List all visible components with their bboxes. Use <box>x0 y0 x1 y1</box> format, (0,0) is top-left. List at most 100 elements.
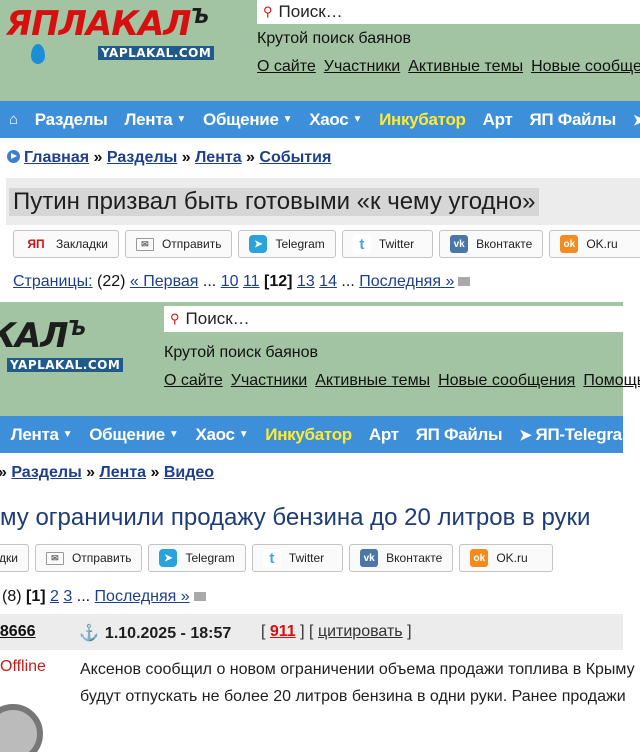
avatar[interactable] <box>0 704 43 752</box>
share-ok-button[interactable]: ok OK.ru <box>459 544 553 572</box>
crumb-main[interactable]: Главная <box>24 149 89 166</box>
page-frame-top: ЯПЛАКАЛЪ YAPLAKAL.COM ⚲ Крутой поиск бая… <box>0 0 640 302</box>
nav-telegram[interactable]: ➤ЯП-Telegram <box>519 425 637 445</box>
nav-chat[interactable]: Общение ▼ <box>203 110 293 130</box>
top-link-new[interactable]: Новые сообщения <box>531 58 640 75</box>
post-karma[interactable]: 911 <box>270 623 296 640</box>
nav-chat[interactable]: Общение ▼ <box>89 425 179 445</box>
share-vk-button[interactable]: vk Вконтакте <box>439 230 544 258</box>
share-vk-button[interactable]: vk Вконтакте <box>349 544 454 572</box>
vk-icon: vk <box>450 235 469 253</box>
top-links: О сайте Участники Активные темы Новые сообщ… <box>257 58 640 76</box>
ok-icon: ok <box>470 549 489 567</box>
mail-icon: ✉ <box>135 237 154 251</box>
caret-down-icon: ▼ <box>62 429 73 440</box>
top-link-active[interactable]: Активные темы <box>408 58 523 75</box>
search-bar[interactable]: ⚲ <box>257 0 640 24</box>
page-link[interactable]: 2 <box>50 588 59 605</box>
nav-files[interactable]: ЯП Файлы <box>530 110 617 130</box>
ok-icon: ok <box>560 235 579 253</box>
home-icon[interactable]: ⌂ <box>9 111 18 128</box>
share-bookmarks-button[interactable]: ЯПЗакладки <box>13 230 119 258</box>
post-date: ⚓ 1.10.2025 - 18:57 <box>79 625 232 642</box>
crumb-video[interactable]: Видео <box>164 464 214 481</box>
share-telegram-button[interactable]: ➤ Telegram <box>238 230 336 258</box>
pagination: (8) [1] 2 3 ... Последняя » <box>2 588 206 606</box>
top-link-about[interactable]: О сайте <box>257 58 316 75</box>
caret-down-icon: ▼ <box>352 114 363 125</box>
top-link-about[interactable]: О сайте <box>164 372 223 389</box>
nav-feed[interactable]: Лента ▼ <box>11 425 73 445</box>
top-link-new[interactable]: Новые сообщения <box>438 372 575 389</box>
anchor-icon[interactable]: ⚓ <box>79 625 99 642</box>
logo-subtitle: YAPLAKAL.COM <box>7 358 124 372</box>
nav-art[interactable]: Арт <box>483 110 513 130</box>
share-send-button[interactable]: ✉ Отправить <box>34 544 143 572</box>
top-link-members[interactable]: Участники <box>324 58 400 75</box>
logo-sign: Ъ <box>67 316 87 340</box>
page-title: му ограничили продажу бензина до 20 литр… <box>0 504 591 531</box>
breadcrumb: Главная » Разделы » Лента » События <box>7 149 640 167</box>
envelope-icon[interactable] <box>458 277 471 286</box>
search-bar[interactable]: ⚲ <box>164 306 640 332</box>
post-author[interactable]: 98666 <box>0 623 36 641</box>
nav-files[interactable]: ЯП Файлы <box>416 425 503 445</box>
page-last[interactable]: Последняя » <box>95 588 190 605</box>
caret-down-icon: ▼ <box>238 429 249 440</box>
page-last[interactable]: Последняя » <box>359 273 454 290</box>
share-send-button[interactable]: ✉ Отправить <box>124 230 233 258</box>
nav-art[interactable]: Арт <box>369 425 399 445</box>
site-logo[interactable]: ЯПЛАКАЛЪ YAPLAKAL.COM <box>0 316 133 386</box>
nav-chaos[interactable]: Хаос ▼ <box>309 110 362 130</box>
logo-subtitle: YAPLAKAL.COM <box>98 46 215 60</box>
twitter-icon: t <box>352 235 371 253</box>
share-twitter-button[interactable]: t Twitter <box>341 230 434 258</box>
site-header: ЯПЛАКАЛЪ YAPLAKAL.COM ⚲ Крутой поиск бая… <box>0 0 640 101</box>
logo-text: ЯПЛАКАЛ <box>6 4 192 44</box>
page-link[interactable]: 11 <box>243 273 260 290</box>
share-telegram-button[interactable]: ➤ Telegram <box>148 544 246 572</box>
crumb-feed[interactable]: Лента <box>100 464 147 481</box>
nav-telegram[interactable]: ➤ЯП-Telegram <box>633 110 640 130</box>
top-link-help[interactable]: Помощь <box>583 372 640 389</box>
post-header: 98666 ⚓1.10.2025 - 18:57 [ 911 ] [ цитир… <box>0 614 623 650</box>
user-status: Offline <box>0 658 46 675</box>
nav-chaos[interactable]: Хаос ▼ <box>195 425 248 445</box>
top-links: О сайте Участники Активные темы Новые сообщ… <box>164 372 640 390</box>
page-link[interactable]: 3 <box>63 588 72 605</box>
crumb-events[interactable]: События <box>259 149 331 166</box>
share-bookmarks-button[interactable]: ЯПЗакладки <box>0 544 29 572</box>
top-link-active[interactable]: Активные темы <box>315 372 430 389</box>
share-bar: ЯПЗакладки ✉Отправить ➤Telegram tTwitter… <box>13 230 640 258</box>
crumb-sections[interactable]: Разделы <box>11 464 81 481</box>
post-actions: [ 911 ] [ цитировать ] <box>261 623 412 640</box>
send-icon: ➤ <box>519 426 532 444</box>
share-ok-button[interactable]: ok OK.ru <box>549 230 640 258</box>
twitter-icon: t <box>262 549 281 567</box>
search-input[interactable] <box>278 2 640 22</box>
page-title: Путин призвал быть готовыми «к чему угод… <box>9 188 540 216</box>
nav-feed[interactable]: Лента ▼ <box>124 110 186 130</box>
send-icon: ➤ <box>633 111 640 129</box>
nav-incubator[interactable]: Инкубатор <box>379 110 466 130</box>
page-link[interactable]: 14 <box>319 273 337 290</box>
quote-link[interactable]: цитировать <box>318 623 403 640</box>
page-link[interactable]: 13 <box>297 273 315 290</box>
caret-down-icon: ▼ <box>176 114 187 125</box>
current-page: [1] <box>26 588 46 605</box>
envelope-icon[interactable] <box>193 592 206 601</box>
page-link[interactable]: 10 <box>221 273 239 290</box>
crumb-sections[interactable]: Разделы <box>107 149 177 166</box>
search-input[interactable] <box>185 309 640 329</box>
pages-label: Страницы: <box>13 273 93 290</box>
page-first[interactable]: « Первая <box>130 273 199 290</box>
share-twitter-button[interactable]: t Twitter <box>251 544 344 572</box>
top-link-members[interactable]: Участники <box>231 372 307 389</box>
telegram-icon: ➤ <box>249 235 268 253</box>
vk-icon: vk <box>360 549 379 567</box>
nav-incubator[interactable]: Инкубатор <box>265 425 352 445</box>
crumb-feed[interactable]: Лента <box>195 149 242 166</box>
site-logo[interactable]: ЯПЛАКАЛЪ YAPLAKAL.COM <box>6 4 256 74</box>
tagline: Крутой поиск баянов <box>164 344 319 361</box>
nav-sections[interactable]: Разделы <box>35 110 108 130</box>
